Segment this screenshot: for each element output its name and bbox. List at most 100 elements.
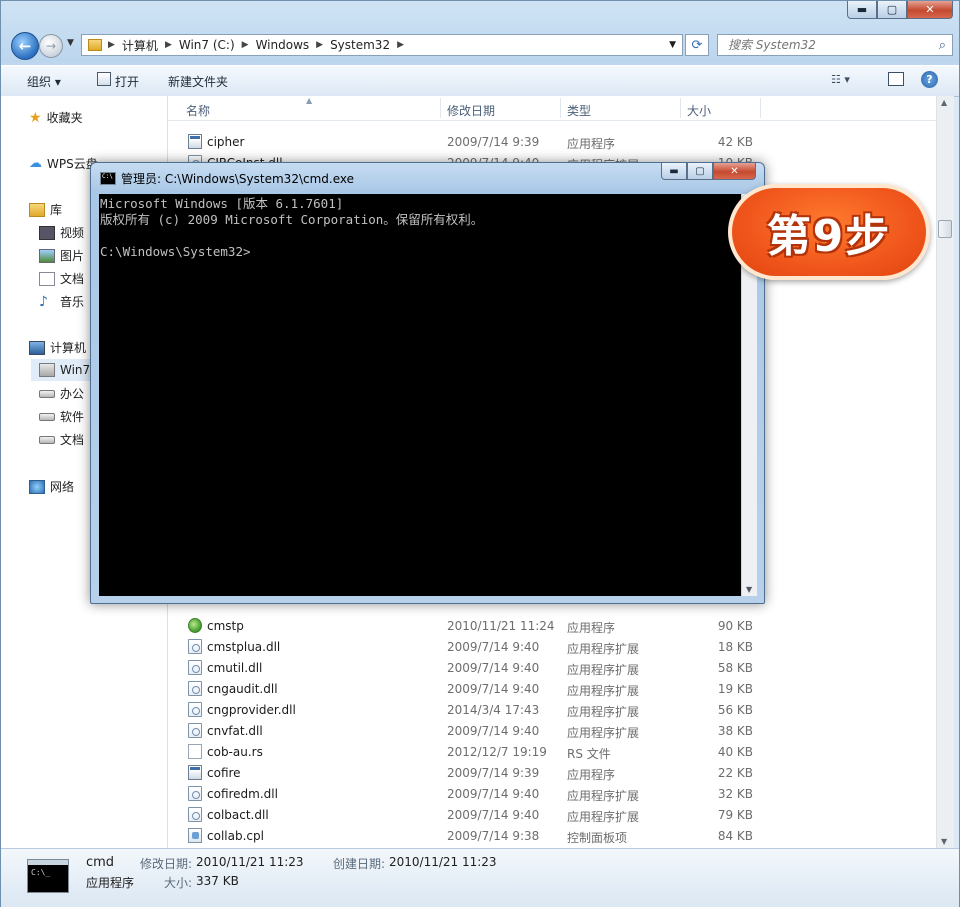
nav-music[interactable]: ♪ 音乐 [39,293,84,310]
file-name: cmutil.dll [207,661,263,675]
console-prompt[interactable]: C:\Windows\System32> [100,244,741,260]
nav-music-label: 音乐 [60,295,85,309]
forward-button[interactable]: → [39,34,63,58]
chevron-right-icon[interactable]: ▶ [395,40,406,50]
address-dropdown-icon[interactable]: ▼ [663,40,682,50]
search-icon[interactable]: ⌕ [939,38,946,53]
scroll-up-icon[interactable]: ▲ [941,98,947,107]
console-output[interactable]: Microsoft Windows [版本 6.1.7601] 版权所有 (c) … [99,194,741,596]
details-size-value: 337 KB [196,874,239,888]
file-row[interactable]: cofiredm.dll 2009/7/14 9:40 应用程序扩展 32 KB [168,783,936,804]
chevron-right-icon[interactable]: ▶ [314,40,325,50]
search-input[interactable] [726,37,930,53]
close-button[interactable]: ✕ [907,1,953,19]
nav-drive-office[interactable]: 办公 [39,385,84,402]
new-folder-button[interactable]: 新建文件夹 [168,73,228,90]
details-file-name: cmd [86,855,115,870]
breadcrumb-windows[interactable]: Windows [251,38,315,52]
nav-wps-cloud[interactable]: ☁ WPS云盘 [29,155,98,172]
organize-button[interactable]: 组织 ▾ [27,73,61,90]
cmd-title-bar[interactable]: 管理员: C:\Windows\System32\cmd.exe [100,170,354,187]
cmd-window[interactable]: 管理员: C:\Windows\System32\cmd.exe ▬ ▢ ✕ M… [90,162,765,604]
file-row[interactable]: colbact.dll 2009/7/14 9:40 应用程序扩展 79 KB [168,804,936,825]
nav-pictures[interactable]: 图片 [39,247,84,264]
file-row[interactable]: collab.cpl 2009/7/14 9:38 控制面板项 84 KB [168,825,936,846]
file-size: 38 KB [717,724,753,738]
chevron-right-icon[interactable]: ▶ [240,40,251,50]
cmd-maximize-button[interactable]: ▢ [687,163,713,180]
nav-videos[interactable]: 视频 [39,224,84,241]
search-box[interactable]: ⌕ [717,34,953,56]
arrow-right-icon: → [45,39,57,53]
nav-drive-docs[interactable]: 文档 [39,431,84,448]
open-button[interactable]: 打开 [115,73,139,90]
address-bar[interactable]: ▶ 计算机 ▶ Win7 (C:) ▶ Windows ▶ System32 ▶… [81,34,683,56]
scroll-down-icon[interactable]: ▼ [746,585,752,594]
file-type: RS 文件 [567,747,611,761]
cmd-icon [100,172,116,185]
column-header-name[interactable]: 名称 [186,102,210,119]
preview-pane-icon[interactable] [888,72,904,86]
file-name: collab.cpl [207,829,264,843]
cloud-icon: ☁ [29,156,42,171]
nav-computer[interactable]: 计算机 [29,339,86,356]
breadcrumb-computer[interactable]: 计算机 [117,37,163,54]
breadcrumb-system32[interactable]: System32 [325,38,395,52]
file-row[interactable]: cob-au.rs 2012/12/7 19:19 RS 文件 40 KB [168,741,936,762]
file-name: cmstp [207,619,244,633]
nav-drive-office-label: 办公 [60,387,85,401]
file-row[interactable]: cnvfat.dll 2009/7/14 9:40 应用程序扩展 38 KB [168,720,936,741]
column-header-type[interactable]: 类型 [567,102,591,119]
view-options-icon[interactable]: ☷ ▾ [831,73,850,86]
file-name: cofiredm.dll [207,787,278,801]
column-divider[interactable] [680,98,681,118]
minimize-button[interactable]: ▬ [847,1,877,19]
cmd-window-title: 管理员: C:\Windows\System32\cmd.exe [121,172,354,186]
nav-documents[interactable]: 文档 [39,270,84,287]
chevron-right-icon[interactable]: ▶ [106,40,117,50]
open-icon [97,72,111,86]
column-header-size[interactable]: 大小 [687,102,711,119]
column-divider[interactable] [440,98,441,118]
details-pane: C:\_ cmd 应用程序 修改日期: 2010/11/21 11:23 创建日… [1,848,959,907]
file-type: 应用程序扩展 [567,663,640,677]
cmd-caption-buttons: ▬ ▢ ✕ [661,163,756,180]
column-header-date[interactable]: 修改日期 [447,102,495,119]
cmd-minimize-button[interactable]: ▬ [661,163,687,180]
chevron-right-icon[interactable]: ▶ [163,40,174,50]
file-type: 应用程序 [567,621,616,635]
nav-favorites[interactable]: ★ 收藏夹 [29,109,83,126]
recent-pages-dropdown[interactable]: ▼ [67,38,74,48]
file-row[interactable]: cngaudit.dll 2009/7/14 9:40 应用程序扩展 19 KB [168,678,936,699]
file-type: 应用程序扩展 [567,705,640,719]
column-divider[interactable] [560,98,561,118]
file-name: cofire [207,766,241,780]
refresh-button[interactable]: ⟳ [685,34,709,56]
step-badge-text: 第9步 [766,211,892,262]
file-name: cnvfat.dll [207,724,263,738]
video-icon [39,225,55,240]
file-row[interactable]: cmstplua.dll 2009/7/14 9:40 应用程序扩展 18 KB [168,636,936,657]
nav-drive-software[interactable]: 软件 [39,408,84,425]
maximize-button[interactable]: ▢ [877,1,907,19]
cmd-close-button[interactable]: ✕ [713,163,756,180]
breadcrumb-drive-c[interactable]: Win7 (C:) [174,38,240,52]
details-modified-value: 2010/11/21 11:23 [196,855,304,869]
file-row[interactable]: cmstp 2010/11/21 11:24 应用程序 90 KB [168,615,936,636]
nav-libraries[interactable]: 库 [29,201,62,218]
scrollbar-thumb[interactable] [938,220,952,238]
file-list-scrollbar[interactable]: ▲ ▼ [936,96,954,848]
file-row[interactable]: cofire 2009/7/14 9:39 应用程序 22 KB [168,762,936,783]
nav-network[interactable]: 网络 [29,478,74,495]
nav-documents-label: 文档 [60,272,85,286]
help-icon[interactable]: ? [921,71,938,88]
cmstp-icon [188,618,202,633]
file-row[interactable]: cngprovider.dll 2014/3/4 17:43 应用程序扩展 56 KB [168,699,936,720]
column-divider[interactable] [760,98,761,118]
scroll-down-icon[interactable]: ▼ [941,837,947,846]
back-button[interactable]: ← [11,32,39,60]
file-row[interactable]: cipher 2009/7/14 9:39 应用程序 42 KB [168,131,936,152]
file-row[interactable]: cmutil.dll 2009/7/14 9:40 应用程序扩展 58 KB [168,657,936,678]
dll-file-icon [188,660,202,675]
nav-drive-c-label: Win7 [60,363,91,377]
